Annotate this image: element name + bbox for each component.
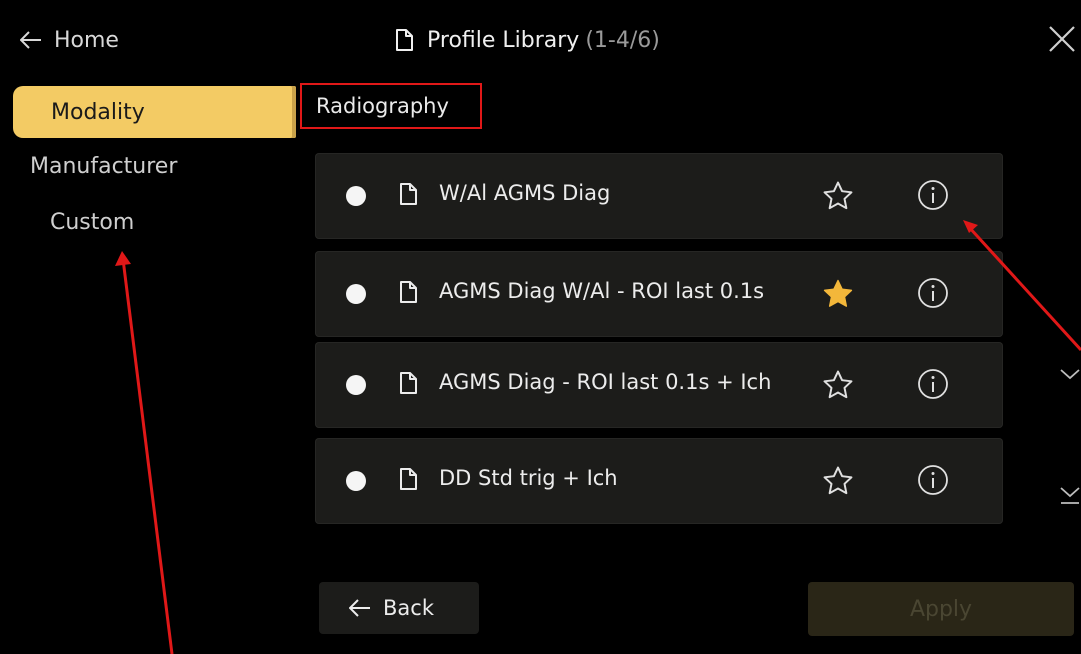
document-icon: [396, 29, 413, 51]
scroll-to-bottom-icon[interactable]: [1060, 482, 1080, 506]
chevron-down-icon[interactable]: [1060, 366, 1080, 382]
category-label: Radiography: [316, 94, 449, 118]
arrow-left-icon: [20, 31, 41, 49]
sidebar-item-manufacturer[interactable]: Manufacturer: [30, 154, 177, 179]
home-label: Home: [54, 27, 119, 53]
profile-row[interactable]: DD Std trig + Ich: [315, 438, 1003, 524]
page-title: Profile Library (1-4/6): [395, 22, 660, 58]
close-icon: [1049, 26, 1075, 52]
star-filled-icon[interactable]: [821, 277, 855, 311]
apply-button[interactable]: Apply: [808, 582, 1074, 636]
arrow-left-icon: [349, 599, 370, 617]
home-button[interactable]: Home: [20, 20, 119, 60]
profile-name: AGMS Diag W/Al - ROI last 0.1s: [439, 279, 765, 303]
star-outline-icon[interactable]: [821, 179, 855, 213]
profile-name: AGMS Diag - ROI last 0.1s + Ich: [439, 370, 772, 394]
info-icon[interactable]: [916, 276, 950, 310]
star-outline-icon[interactable]: [821, 464, 855, 498]
close-button[interactable]: [1045, 22, 1079, 56]
profile-row[interactable]: W/Al AGMS Diag: [315, 153, 1003, 239]
sidebar-item-label: Modality: [51, 100, 145, 125]
radio-button[interactable]: [346, 375, 366, 395]
apply-label: Apply: [909, 596, 973, 622]
title-text: Profile Library: [427, 27, 580, 53]
info-icon[interactable]: [916, 463, 950, 497]
document-icon: [400, 372, 417, 394]
sidebar-item-custom[interactable]: Custom: [50, 210, 134, 235]
document-icon: [400, 468, 417, 490]
back-label: Back: [383, 596, 434, 620]
profile-row[interactable]: AGMS Diag W/Al - ROI last 0.1s: [315, 251, 1003, 337]
item-count: (1-4/6): [585, 27, 660, 53]
sidebar-item-label: Manufacturer: [30, 154, 178, 179]
star-outline-icon[interactable]: [821, 368, 855, 402]
document-icon: [400, 183, 417, 205]
profile-name: W/Al AGMS Diag: [439, 181, 611, 205]
radio-button[interactable]: [346, 186, 366, 206]
info-icon[interactable]: [916, 178, 950, 212]
category-header: Radiography: [300, 83, 482, 129]
document-icon: [400, 281, 417, 303]
info-icon[interactable]: [916, 367, 950, 401]
radio-button[interactable]: [346, 471, 366, 491]
profile-name: DD Std trig + Ich: [439, 466, 618, 490]
profile-row[interactable]: AGMS Diag - ROI last 0.1s + Ich: [315, 342, 1003, 428]
sidebar-item-modality[interactable]: Modality: [13, 86, 296, 138]
back-button[interactable]: Back: [319, 582, 479, 634]
sidebar-item-label: Custom: [50, 210, 135, 235]
radio-button[interactable]: [346, 284, 366, 304]
